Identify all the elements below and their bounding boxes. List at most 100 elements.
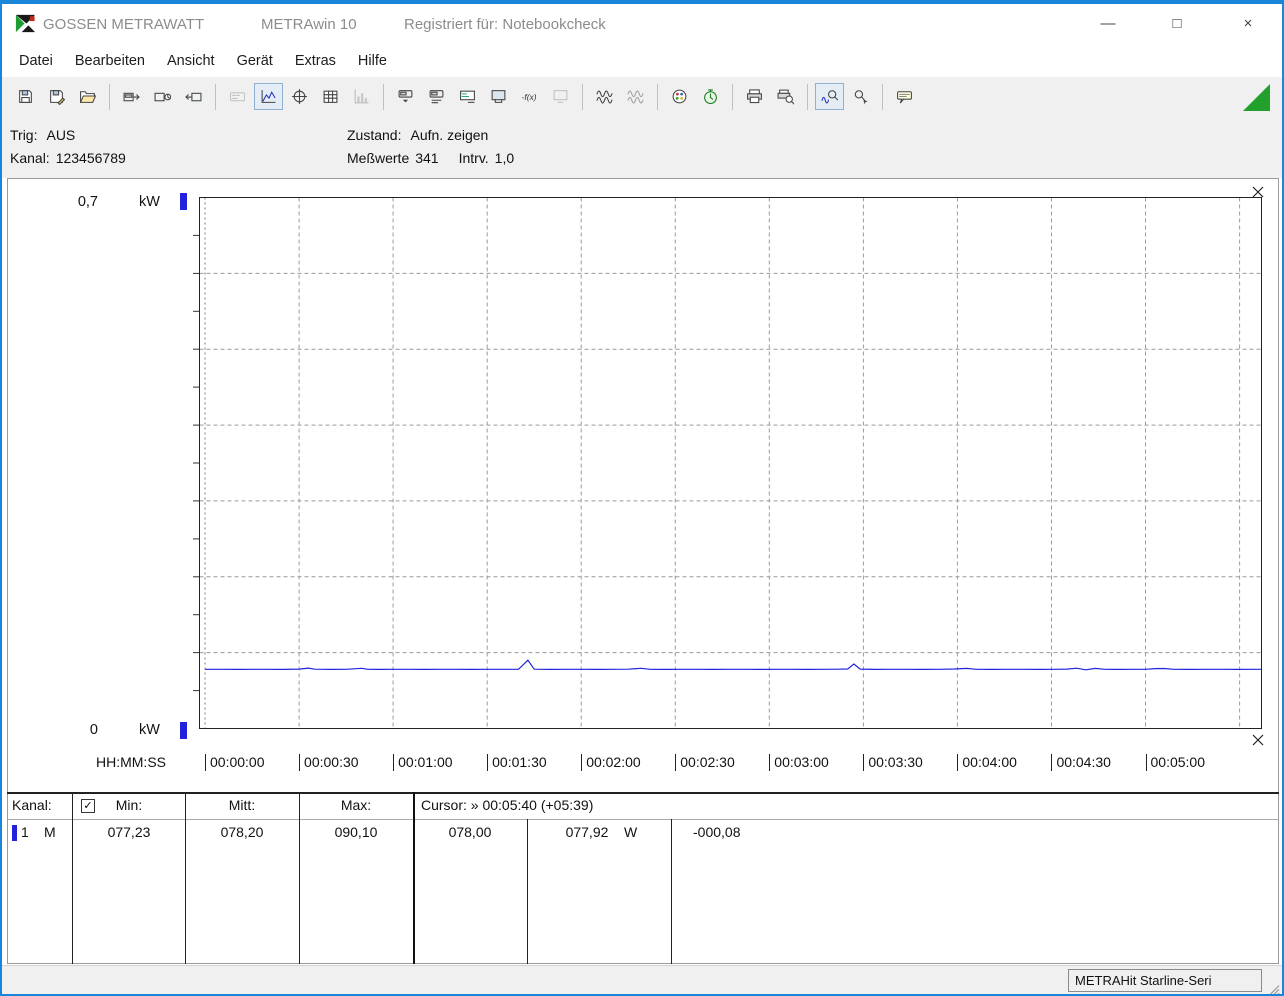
statusbar: METRAHit Starline-Seri [2,965,1282,995]
toolbar-separator [882,83,883,110]
save-as-icon [50,90,65,105]
value-min: 077,23 [107,824,151,840]
save-button[interactable] [11,83,40,110]
samples-status: Meßwerte 341 Intrv. 1,0 [347,150,514,166]
value-delta: -000,08 [693,824,741,840]
messwerte-value: 341 [415,150,439,166]
kanal-value: 123456789 [55,150,126,166]
table-separator [72,792,73,964]
close-button[interactable]: × [1220,4,1276,42]
open-button[interactable] [73,83,102,110]
meter-transfer-button[interactable] [391,83,420,110]
svg-text:-f(x): -f(x) [522,92,537,102]
send-device-button[interactable] [179,83,208,110]
bar-view-icon [354,89,369,104]
cursor-handle-top[interactable] [1251,185,1265,199]
registration-title: Registriert für: Notebookcheck [404,16,606,33]
table-header-min: Min: [115,797,143,813]
menu-bearbeiten[interactable]: Bearbeiten [64,47,156,75]
table-separator [527,819,528,964]
x-tick-mark [675,754,677,771]
scope-view-button[interactable] [285,83,314,110]
table-header-max: Max: [340,797,372,813]
dual-wave-button[interactable] [590,83,619,110]
table-header-mitt: Mitt: [228,797,256,813]
minimize-button[interactable]: — [1080,4,1136,42]
print-icon [747,89,762,104]
monitor-view-button[interactable] [484,83,513,110]
table-header-kanal: Kanal: [12,797,52,813]
multimeter-display-button[interactable] [223,83,252,110]
channel-mode: M [44,824,56,840]
y-axis-min-label: 0 [89,722,98,738]
save-as-button[interactable] [42,83,71,110]
menu-extras[interactable]: Extras [284,47,347,75]
channel-number[interactable]: 1 [21,824,29,840]
zoom-select-icon [854,90,868,105]
x-tick-mark [393,754,395,771]
timer-button[interactable] [696,83,725,110]
table-view-button[interactable] [316,83,345,110]
timer-icon [704,89,717,104]
dual-wave-alt-button[interactable] [621,83,650,110]
menu-datei[interactable]: Datei [8,47,64,75]
colors-button[interactable] [665,83,694,110]
x-tick-mark [299,754,301,771]
plot-svg[interactable] [190,197,1262,731]
x-tick-label: 00:02:00 [581,754,641,771]
x-tick-mark [957,754,959,771]
table-separator-cursor [413,792,415,964]
toolbar-separator [109,83,110,110]
colors-icon [672,89,687,104]
table-header-cursor: Cursor: » 00:05:40 (+05:39) [421,797,594,813]
table-view-icon [323,90,338,103]
function-fx-icon: -f(x) [522,92,537,102]
resize-grip[interactable] [1265,980,1280,995]
x-tick-label: 00:04:00 [957,754,1017,771]
toolbar-separator [732,83,733,110]
function-fx-button[interactable]: -f(x) [515,83,544,110]
chart-view-icon [261,90,276,103]
zoom-select-button[interactable] [846,83,875,110]
table-separator [299,792,300,964]
x-tick-label: 00:01:00 [393,754,453,771]
dual-wave-alt-icon [627,90,644,104]
menu-geraet[interactable]: Gerät [226,47,284,75]
zustand-label: Zustand: [347,127,402,143]
connection-indicator [1243,84,1270,111]
x-tick-label: 00:00:30 [299,754,359,771]
x-tick-label: 00:02:30 [675,754,735,771]
dual-wave-icon [596,90,613,104]
y-axis-max-label: 0,7 [77,194,98,210]
read-device-button[interactable] [117,83,146,110]
display-settings-icon [460,90,475,103]
power-trace [205,659,1262,671]
x-tick-label: 00:00:00 [205,754,265,771]
display-settings-button[interactable] [453,83,482,110]
device-online-button[interactable] [148,83,177,110]
monitor-offline-button[interactable] [546,83,575,110]
app-title: METRAwin 10 [261,16,357,33]
zoom-wave-button[interactable] [815,83,844,110]
menu-ansicht[interactable]: Ansicht [156,47,226,75]
menu-hilfe[interactable]: Hilfe [347,47,398,75]
maximize-button[interactable]: □ [1149,4,1205,42]
trigger-status: Trig: AUS [10,127,75,143]
messwerte-label: Meßwerte [347,150,410,166]
annotation-button[interactable] [890,83,919,110]
grid-lines [199,197,1262,729]
x-tick-label: 00:03:00 [769,754,829,771]
chart-view-button[interactable] [254,83,283,110]
bar-view-button[interactable] [347,83,376,110]
app-logo-icon [15,14,36,33]
print-button[interactable] [740,83,769,110]
table-separator [671,819,672,964]
zoom-wave-icon [821,90,838,104]
print-preview-button[interactable] [771,83,800,110]
trig-label: Trig: [10,127,38,143]
monitor-view-icon [491,90,506,103]
meter-settings-button[interactable] [422,83,451,110]
value-mitt: 078,20 [220,824,264,840]
value-unit: W [624,824,638,840]
cursor-handle-bottom[interactable] [1251,733,1265,747]
